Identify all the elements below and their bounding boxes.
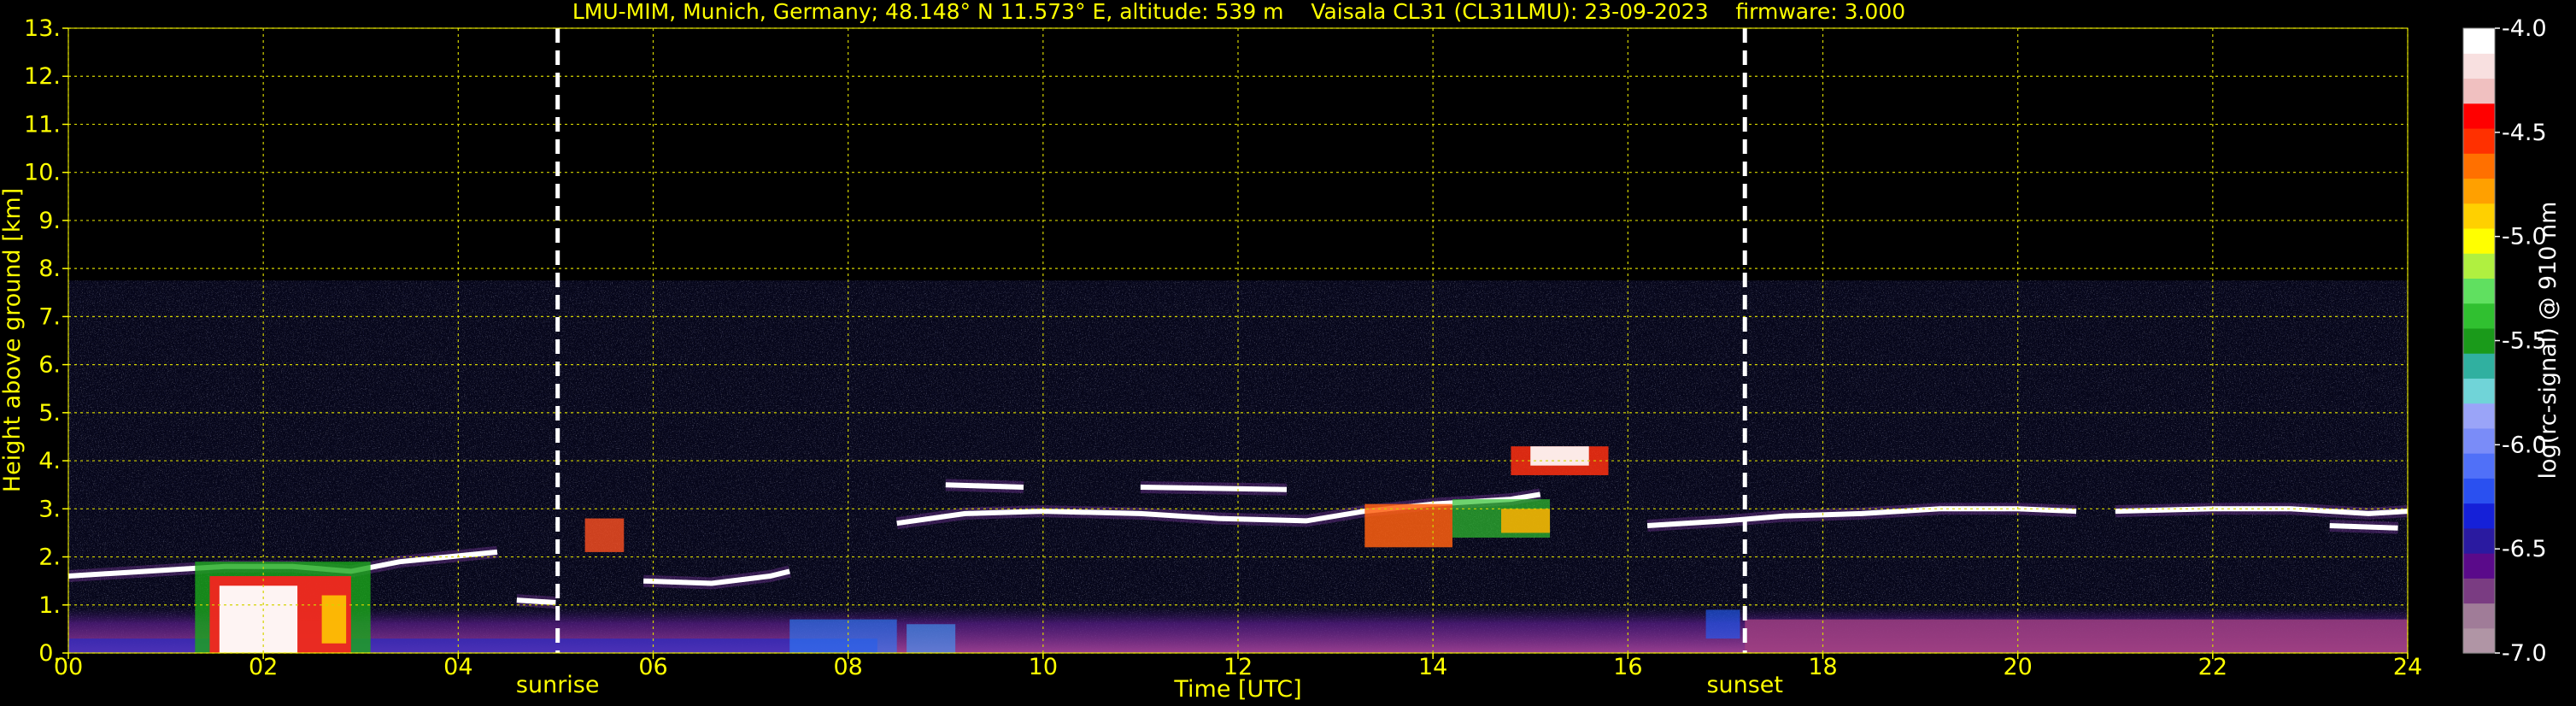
precip-white	[219, 585, 298, 653]
y-tick-label: 11.	[24, 111, 61, 138]
colorbar-swatch	[2463, 53, 2495, 79]
colorbar-tick-label: -7.0	[2502, 640, 2547, 667]
aerosol-blue-3	[1705, 609, 1740, 639]
colorbar-swatch	[2463, 503, 2495, 529]
sunrise-label: sunrise	[516, 672, 600, 698]
colorbar-swatch	[2463, 403, 2495, 429]
y-tick-label: 10.	[24, 160, 61, 186]
colorbar-swatch	[2463, 127, 2495, 154]
sunset-label: sunset	[1706, 672, 1783, 698]
aerosol-blue-2	[907, 624, 956, 653]
cloud-layer-8	[2329, 523, 2398, 531]
colorbar-swatch	[2463, 78, 2495, 104]
y-tick-label: 5.	[38, 400, 61, 427]
colorbar-swatch	[2463, 103, 2495, 129]
colorbar-swatch	[2463, 227, 2495, 254]
colorbar-swatch	[2463, 353, 2495, 379]
x-tick-label: 16	[1613, 654, 1642, 680]
x-tick-label: 02	[249, 654, 278, 680]
y-tick-label: 7.	[38, 303, 61, 330]
y-tick-label: 0.	[38, 640, 61, 667]
cloud-layer-4	[945, 482, 1024, 490]
ceilometer-chart: LMU-MIM, Munich, Germany; 48.148° N 11.5…	[0, 0, 2561, 703]
colorbar-swatch	[2463, 427, 2495, 454]
colorbar-tick-label: -4.5	[2502, 120, 2547, 146]
y-tick-label: 6.	[38, 352, 61, 379]
boundary-layer-core	[68, 638, 877, 653]
colorbar-swatch	[2463, 203, 2495, 229]
colorbar-swatch	[2463, 327, 2495, 354]
x-tick-label: 06	[638, 654, 667, 680]
y-tick-label: 13.	[24, 15, 61, 42]
plot-area: sunrise sunset	[67, 27, 2409, 698]
x-tick-label: 20	[2003, 654, 2032, 680]
cloud-layer-5	[1140, 485, 1288, 492]
x-tick-label: 14	[1418, 654, 1447, 680]
y-tick-label: 9.	[38, 208, 61, 234]
colorbar-swatch	[2463, 453, 2495, 479]
colorbar-swatch	[2463, 603, 2495, 629]
cloud-patch-yellow	[1501, 509, 1551, 533]
y-axis: 0. 1. 2. 3. 4. 5. 6. 7. 8. 9. 10. 11. 12. 13.	[24, 15, 68, 667]
cloud-layer-1	[516, 597, 556, 605]
colorbar-swatch	[2463, 278, 2495, 304]
colorbar-swatch	[2463, 28, 2495, 54]
colorbar-swatch	[2463, 378, 2495, 404]
aerosol-blue	[789, 619, 897, 653]
colorbar-tick-label: -4.0	[2502, 15, 2547, 42]
y-tick-label: 12.	[24, 63, 61, 90]
x-axis-label: Time [UTC]	[1173, 676, 1301, 703]
colorbar-swatch	[2463, 478, 2495, 504]
x-tick-label: 08	[833, 654, 862, 680]
precip-yellow	[321, 595, 347, 644]
cloud-patch-orange	[584, 518, 625, 552]
y-tick-label: 3.	[38, 496, 61, 522]
cloud-patch-white	[1530, 446, 1589, 466]
y-tick-label: 1.	[38, 592, 61, 619]
colorbar-swatch	[2463, 253, 2495, 279]
x-tick-label: 10	[1029, 654, 1058, 680]
colorbar-swatch	[2463, 178, 2495, 204]
colorbar-swatch	[2463, 578, 2495, 604]
y-axis-label: Height above ground [km]	[0, 188, 26, 492]
y-tick-label: 2.	[38, 544, 61, 571]
x-tick-label: 18	[1808, 654, 1837, 680]
colorbar-swatch	[2463, 553, 2495, 579]
x-tick-label: 24	[2393, 654, 2422, 680]
y-tick-label: 8.	[38, 256, 61, 282]
colorbar-label: log(rc-signal) @ 910 nm	[2535, 202, 2561, 479]
y-tick-label: 4.	[38, 448, 61, 474]
boundary-layer-evening	[1745, 619, 2408, 653]
colorbar-swatch	[2463, 527, 2495, 554]
colorbar-swatch	[2463, 153, 2495, 179]
colorbar-swatch	[2463, 627, 2495, 654]
x-tick-label: 22	[2198, 654, 2227, 680]
chart-title: LMU-MIM, Munich, Germany; 48.148° N 11.5…	[572, 0, 1905, 24]
cloud-patch-orange-2	[1364, 503, 1452, 548]
colorbar-swatch	[2463, 303, 2495, 329]
colorbar-tick-label: -6.5	[2502, 536, 2547, 562]
x-tick-label: 04	[443, 654, 472, 680]
